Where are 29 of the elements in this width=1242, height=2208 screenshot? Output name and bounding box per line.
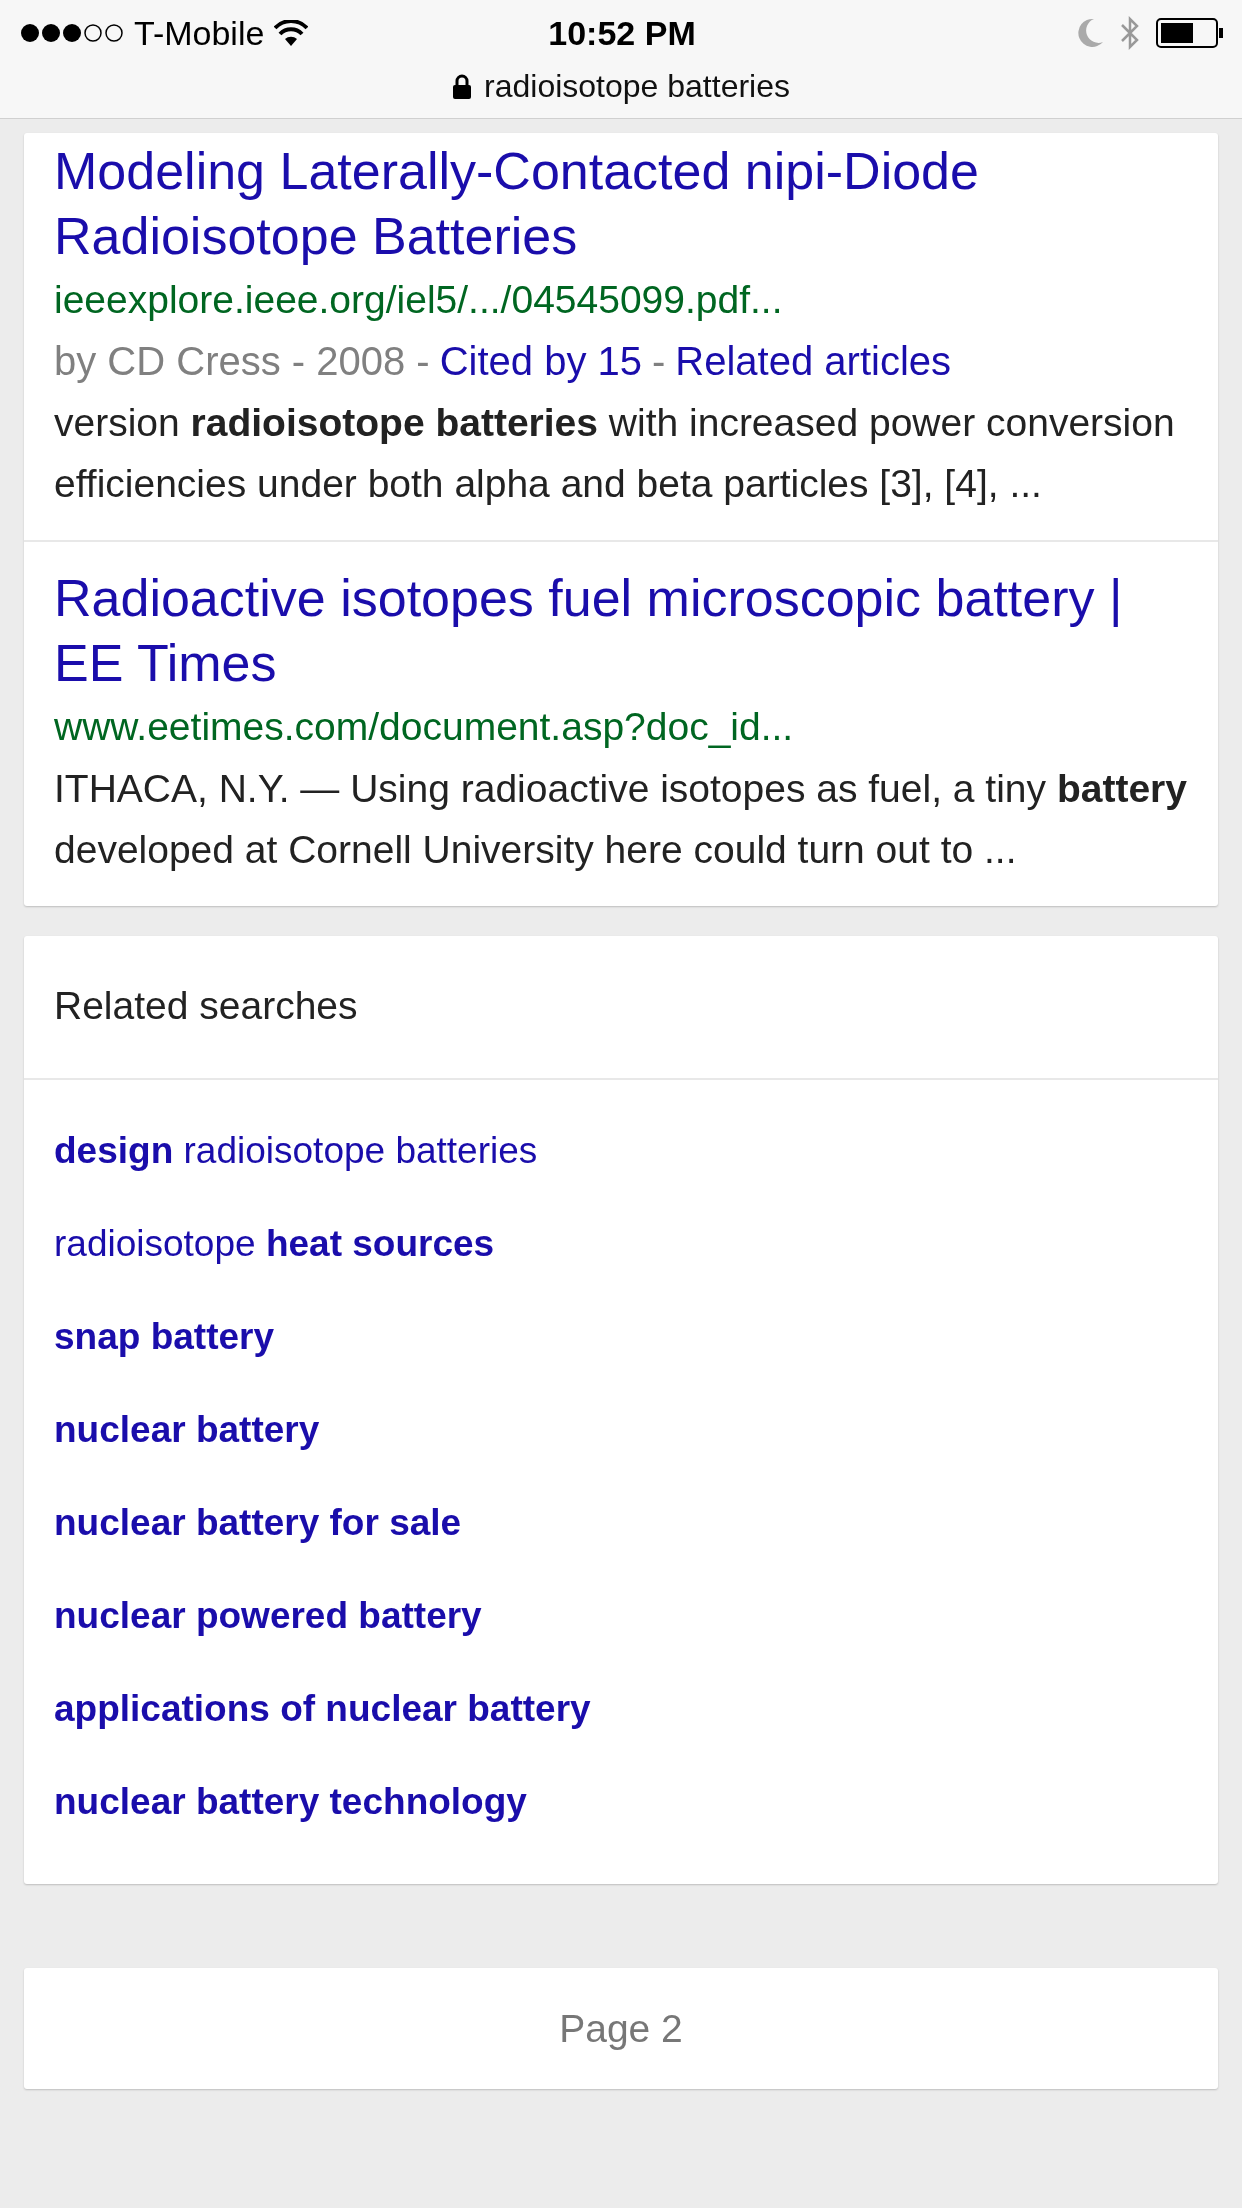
related-search-link[interactable]: nuclear battery bbox=[54, 1383, 320, 1476]
address-bar-text[interactable]: radioisotope batteries bbox=[484, 67, 790, 105]
result-snippet: ITHACA, N.Y. — Using radioactive isotopes as fuel, a tiny battery developed at Cornell University here could turn out to ... bbox=[54, 766, 1188, 873]
moon-icon bbox=[1076, 18, 1104, 48]
battery-icon bbox=[1156, 18, 1224, 48]
next-page-link[interactable]: Page 2 bbox=[559, 2006, 683, 2051]
related-search-link[interactable]: nuclear battery technology bbox=[54, 1755, 527, 1848]
related-search-link[interactable]: nuclear battery for sale bbox=[54, 1476, 462, 1569]
result-meta-link[interactable]: Related articles bbox=[675, 331, 952, 392]
related-search-link[interactable]: design radioisotope batteries bbox=[54, 1104, 538, 1197]
result-meta-text: by CD Cress - 2008 - bbox=[54, 338, 430, 385]
result-url: ieeexplore.ieee.org/iel5/.../04545099.pdf... bbox=[54, 277, 784, 323]
related-searches-heading: Related searches bbox=[54, 984, 358, 1027]
result-meta-text: - bbox=[652, 338, 666, 385]
related-search-link[interactable]: snap battery bbox=[54, 1290, 274, 1383]
result-snippet: version radioisotope batteries with increased power conversion efficiencies under both alpha and beta particles [3], [4], ... bbox=[54, 400, 1176, 507]
related-search-link[interactable]: nuclear powered battery bbox=[54, 1569, 482, 1662]
carrier-name: T-Mobile bbox=[134, 13, 265, 53]
related-search-link[interactable]: applications of nuclear battery bbox=[54, 1662, 591, 1755]
result-title-link[interactable]: Radioactive isotopes fuel microscopic battery | EE Times bbox=[54, 548, 1188, 696]
result-meta-link[interactable]: Cited by 15 bbox=[439, 331, 642, 392]
wifi-icon bbox=[274, 20, 309, 46]
signal-strength-icon bbox=[20, 23, 124, 43]
bluetooth-icon bbox=[1120, 16, 1140, 50]
result-title-link[interactable]: Modeling Laterally-Contacted nipi-Diode Radioisotope Batteries bbox=[54, 139, 1188, 269]
result-url: www.eetimes.com/document.asp?doc_id... bbox=[54, 704, 795, 750]
clock-time: 10:52 PM bbox=[548, 13, 696, 53]
lock-icon bbox=[452, 73, 472, 99]
related-search-link[interactable]: radioisotope heat sources bbox=[54, 1197, 495, 1290]
